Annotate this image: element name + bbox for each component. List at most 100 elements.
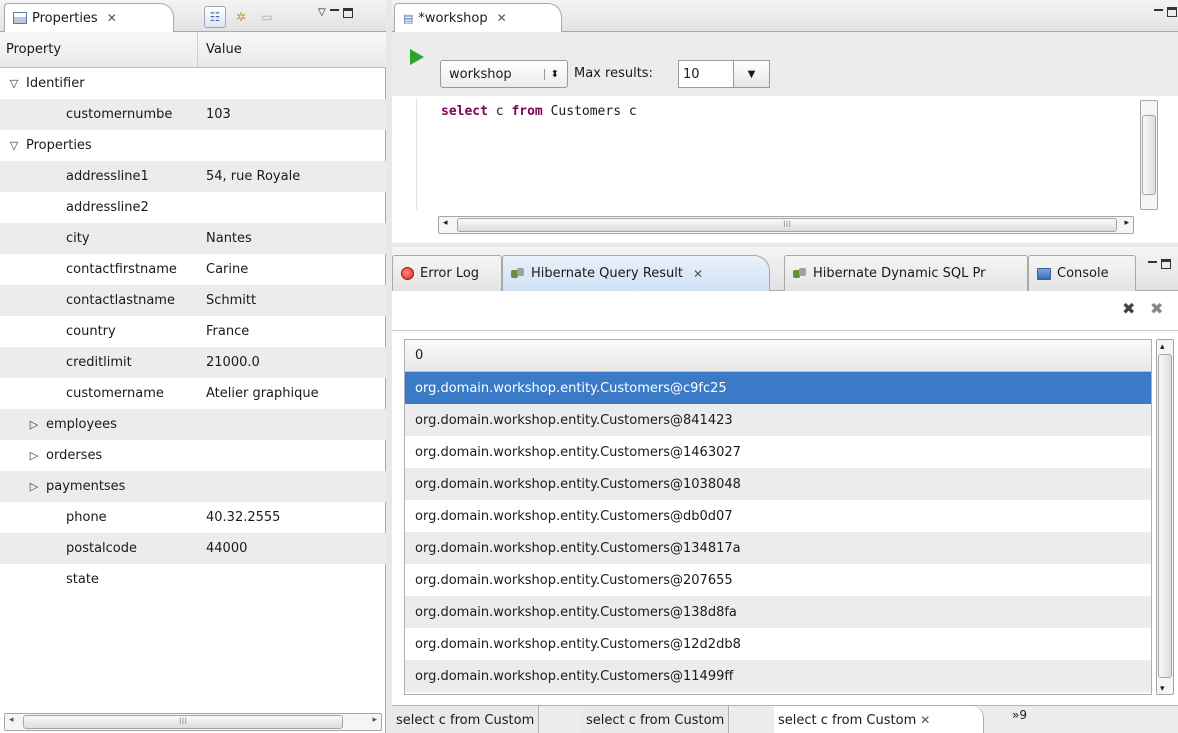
tab-workshop[interactable]: ▤ *workshop ✕ [394,3,562,32]
editor-view-controls [1154,7,1177,17]
restore-icon: ▭ [261,10,273,24]
minimize-icon[interactable] [329,9,339,12]
property-value: 103 [206,107,231,122]
result-row[interactable]: org.domain.workshop.entity.Customers@138… [405,596,1151,628]
results-vertical-scrollbar[interactable]: ▴ ▾ [1156,339,1174,695]
tab-console[interactable]: Console [1028,255,1136,291]
property-row[interactable]: ▽ Properties [0,130,386,161]
result-row[interactable]: org.domain.workshop.entity.Customers@103… [405,468,1151,500]
tab-hibernate-query-result[interactable]: Hibernate Query Result ✕ [502,255,770,291]
result-row-selected[interactable]: org.domain.workshop.entity.Customers@c9f… [405,372,1151,404]
tab-properties[interactable]: Properties ✕ [4,3,174,32]
scroll-left-icon[interactable]: ◂ [443,218,448,228]
view-menu-icon[interactable]: ▽ [318,7,326,18]
max-results-input[interactable]: 10 [678,60,734,88]
remove-icon[interactable]: ✖ [1122,299,1135,318]
property-row[interactable]: customername Atelier graphique [0,378,386,409]
more-tabs-indicator[interactable]: »9 [1012,708,1027,722]
scroll-left-icon[interactable]: ◂ [9,715,14,725]
maximize-icon[interactable] [1161,259,1171,269]
categories-icon: ☷ [209,10,221,24]
scroll-up-icon[interactable]: ▴ [1160,342,1165,352]
scroll-right-icon[interactable]: ▸ [372,715,377,725]
column-property[interactable]: Property [0,32,198,67]
property-key-cell: addressline2 [0,200,206,215]
result-row[interactable]: org.domain.workshop.entity.Customers@12d… [405,628,1151,660]
result-row[interactable]: org.domain.workshop.entity.Customers@207… [405,564,1151,596]
property-value: 44000 [206,541,248,556]
result-row[interactable]: org.domain.workshop.entity.Customers@841… [405,404,1151,436]
configuration-select[interactable]: workshop ⬍ [440,60,568,88]
properties-horizontal-scrollbar[interactable]: ◂ III ▸ [4,713,382,731]
result-row[interactable]: org.domain.workshop.entity.Customers@114… [405,660,1151,692]
property-row[interactable]: ▷ paymentses [0,471,386,502]
property-key-cell: contactlastname [0,293,206,308]
property-row[interactable]: addressline1 54, rue Royale [0,161,386,192]
scroll-thumb[interactable]: III [23,715,343,729]
property-key: Identifier [26,76,85,91]
property-row[interactable]: ▽ Identifier [0,68,386,99]
close-icon[interactable]: ✕ [920,713,930,727]
collapsed-icon[interactable]: ▷ [24,418,44,431]
property-row[interactable]: addressline2 [0,192,386,223]
property-row[interactable]: contactfirstname Carine [0,254,386,285]
minimize-icon[interactable] [1154,8,1163,12]
max-results-dropdown[interactable]: ▼ [734,60,770,88]
property-key: employees [46,417,117,432]
maximize-icon[interactable] [1167,7,1177,17]
collapsed-icon[interactable]: ▷ [24,449,44,462]
hql-editor-icon: ▤ [403,11,414,25]
column-value[interactable]: Value [198,42,242,57]
show-advanced-button[interactable]: ✲ [230,6,252,28]
property-row[interactable]: contactlastname Schmitt [0,285,386,316]
close-icon[interactable]: ✕ [497,11,507,25]
tab-error-log[interactable]: Error Log [392,255,502,291]
remove-all-icon[interactable]: ✖ [1150,299,1163,318]
property-key-cell: country [0,324,206,339]
scroll-thumb[interactable] [1158,354,1172,678]
property-key: paymentses [46,479,126,494]
expanded-icon[interactable]: ▽ [4,139,24,152]
chevron-down-icon: ▼ [747,68,756,80]
run-icon[interactable] [410,49,424,65]
property-row[interactable]: ▷ employees [0,409,386,440]
property-row[interactable]: state [0,564,386,595]
property-row[interactable]: postalcode 44000 [0,533,386,564]
show-categories-button[interactable]: ☷ [204,6,226,28]
scroll-thumb[interactable]: III [457,218,1117,232]
maximize-icon[interactable] [342,7,353,18]
property-key-cell: ▽ Properties [0,138,206,153]
expanded-icon[interactable]: ▽ [4,77,24,90]
property-key: postalcode [66,541,138,556]
scroll-right-icon[interactable]: ▸ [1124,218,1129,228]
results-column-header[interactable]: 0 [405,340,1151,372]
query-tab[interactable]: select c from Custom [392,706,540,733]
query-text-area[interactable]: select c from Customers c [416,98,1134,210]
result-row[interactable]: org.domain.workshop.entity.Customers@db0… [405,500,1151,532]
configuration-value: workshop [449,66,512,82]
result-row[interactable]: org.domain.workshop.entity.Customers@134… [405,532,1151,564]
property-row[interactable]: customernumbe 103 [0,99,386,130]
property-key-cell: creditlimit [0,355,206,370]
properties-view: Properties ✕ ☷ ✲ ▭ ▽ Property Value ▽ Ide… [0,0,386,733]
result-row[interactable]: org.domain.workshop.entity.Customers@146… [405,436,1151,468]
property-row[interactable]: country France [0,316,386,347]
property-row[interactable]: creditlimit 21000.0 [0,347,386,378]
scroll-down-icon[interactable]: ▾ [1160,684,1165,694]
editor-horizontal-scrollbar[interactable]: ◂ III ▸ [438,216,1134,234]
property-row[interactable]: ▷ orderses [0,440,386,471]
query-tab-active[interactable]: select c from Custom ✕ [774,706,984,733]
minimize-icon[interactable] [1148,260,1157,264]
property-key-cell: contactfirstname [0,262,206,277]
restore-default-button[interactable]: ▭ [256,6,278,28]
property-row[interactable]: phone 40.32.2555 [0,502,386,533]
query-tab[interactable]: select c from Custom [582,706,730,733]
editor-vertical-scrollbar[interactable] [1140,100,1158,210]
scroll-thumb[interactable] [1142,115,1156,195]
collapsed-icon[interactable]: ▷ [24,480,44,493]
close-icon[interactable]: ✕ [107,11,117,25]
property-row[interactable]: city Nantes [0,223,386,254]
results-toolbar: ✖ ✖ [392,291,1178,331]
tab-hibernate-dynamic-sql[interactable]: Hibernate Dynamic SQL Pr [784,255,1028,291]
close-icon[interactable]: ✕ [693,267,703,281]
